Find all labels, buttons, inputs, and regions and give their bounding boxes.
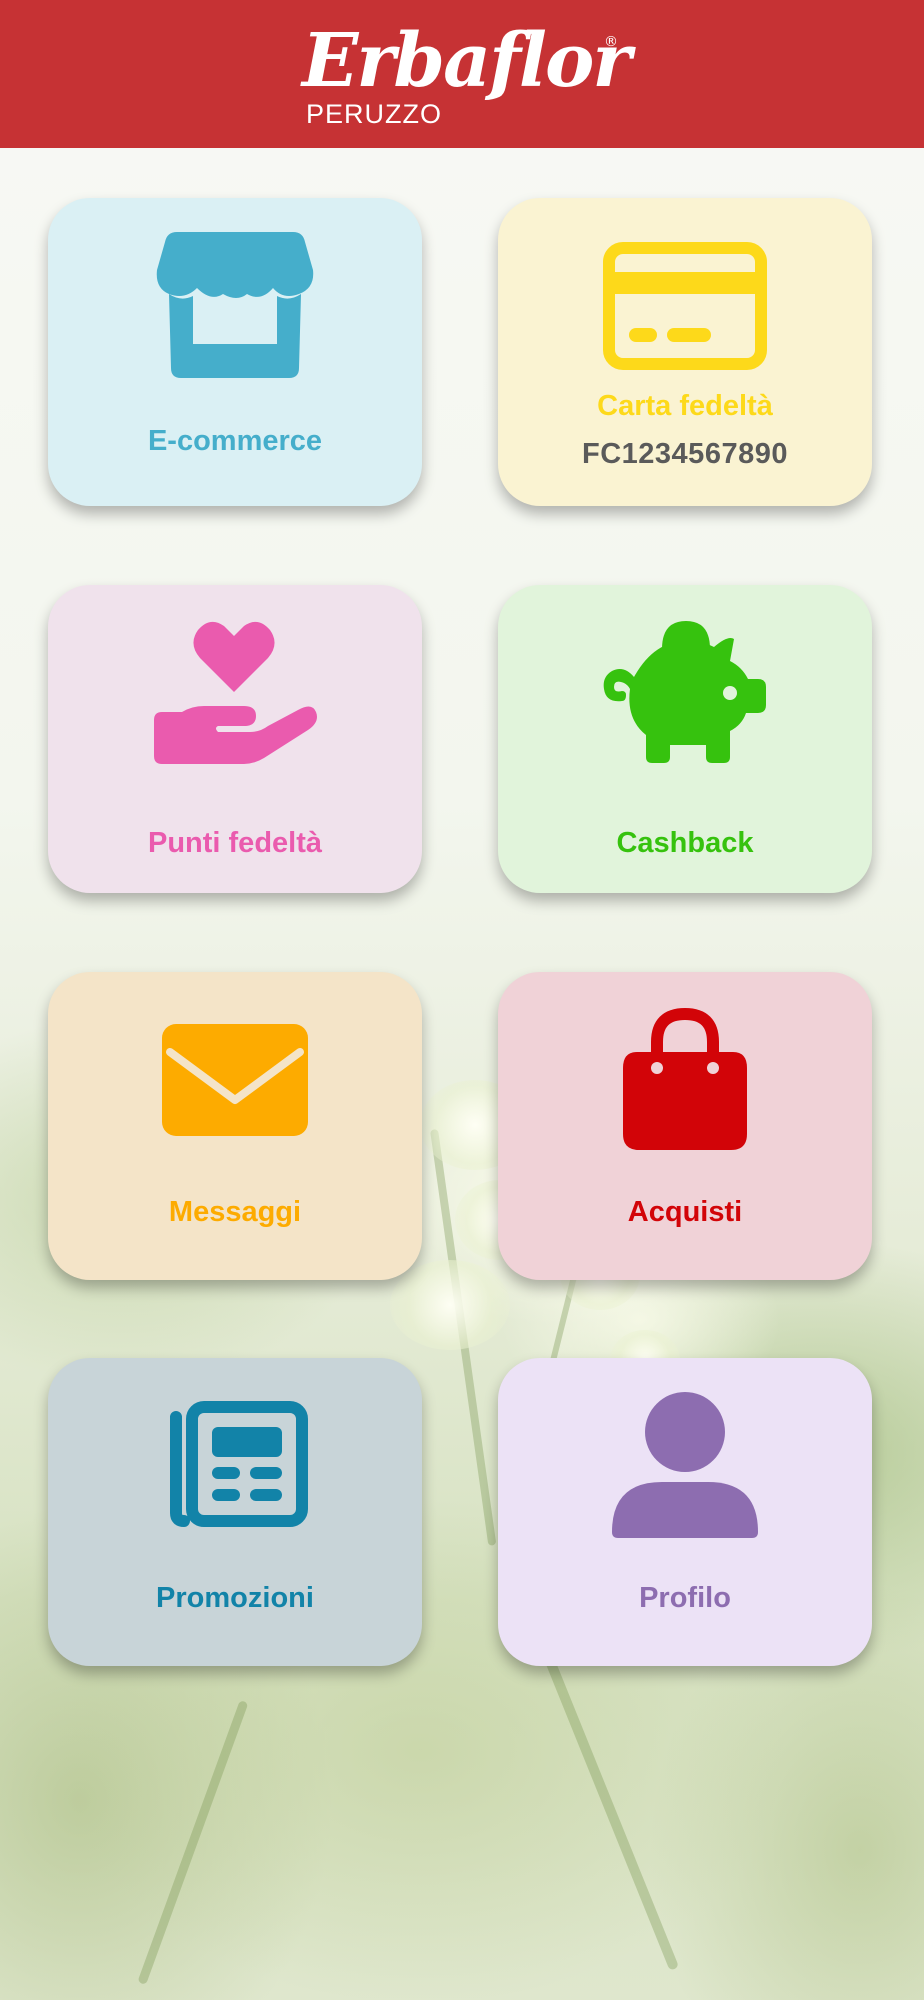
hand-heart-icon <box>154 621 317 764</box>
piggy-bank-icon <box>603 621 766 763</box>
app-header: Erbaflor ® PERUZZO <box>0 0 924 148</box>
logo-registered-mark: ® <box>604 34 618 50</box>
tile-label: Cashback <box>616 827 754 859</box>
loyalty-card-number: FC1234567890 <box>582 438 788 470</box>
shopping-bag-icon <box>623 1007 747 1150</box>
envelope-icon <box>162 1024 308 1136</box>
logo-script: Erbaflor <box>302 18 631 104</box>
newspaper-icon <box>170 1401 308 1527</box>
tile-messaggi[interactable]: Messaggi <box>48 972 422 1280</box>
tile-label: Messaggi <box>168 1196 302 1228</box>
tile-ecommerce[interactable]: E-commerce <box>48 198 422 506</box>
tile-label: E-commerce <box>147 425 323 457</box>
tile-carta-fedelta[interactable]: Carta fedeltà FC1234567890 <box>498 198 872 506</box>
tile-label: Carta fedeltà <box>597 390 773 422</box>
tile-label: Acquisti <box>627 1196 743 1228</box>
tile-profilo[interactable]: Profilo <box>498 1358 872 1666</box>
logo-subtitle: PERUZZO <box>306 99 443 129</box>
user-icon <box>612 1392 758 1538</box>
tile-label: Punti fedeltà <box>147 827 322 859</box>
tile-cashback[interactable]: Cashback <box>498 585 872 893</box>
tile-punti-fedelta[interactable]: Punti fedeltà <box>48 585 422 893</box>
tile-label: Promozioni <box>156 1582 314 1614</box>
erbaflor-logo: Erbaflor ® PERUZZO <box>302 14 631 134</box>
storefront-icon <box>156 232 314 378</box>
credit-card-icon <box>603 242 767 370</box>
tile-acquisti[interactable]: Acquisti <box>498 972 872 1280</box>
tile-promozioni[interactable]: Promozioni <box>48 1358 422 1666</box>
tile-label: Profilo <box>639 1582 731 1614</box>
